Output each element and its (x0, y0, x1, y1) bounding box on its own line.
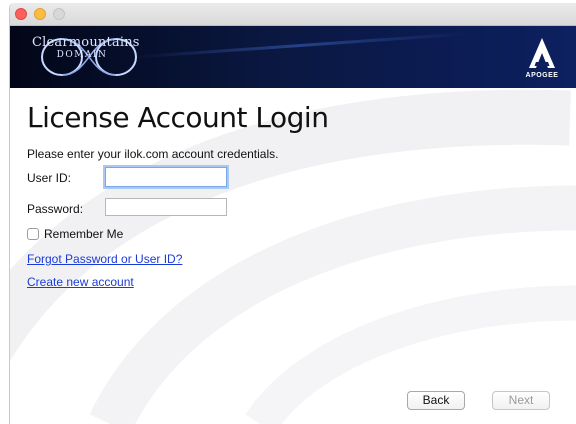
back-button[interactable]: Back (407, 391, 465, 410)
apogee-wordmark: APOGEE (525, 72, 559, 79)
left-logo-line1: Clearmountains (32, 35, 140, 50)
license-window: Clearmountains DOMAIN APOGEE License Acc… (9, 3, 576, 424)
create-account-link[interactable]: Create new account (27, 275, 134, 289)
minimize-window-button[interactable] (34, 8, 46, 20)
remember-me-checkbox[interactable] (27, 228, 39, 240)
brand-banner: Clearmountains DOMAIN APOGEE (10, 26, 576, 88)
user-id-label: User ID: (27, 171, 72, 185)
left-logo-line2: DOMAIN (56, 50, 108, 60)
apogee-logo-icon (529, 38, 555, 68)
password-input[interactable] (105, 198, 227, 216)
remember-me-row[interactable]: Remember Me (27, 227, 123, 241)
zoom-window-button[interactable] (53, 8, 65, 20)
banner-light-streak (130, 32, 470, 59)
instructions-text: Please enter your ilok.com account crede… (27, 147, 279, 161)
forgot-password-link[interactable]: Forgot Password or User ID? (27, 252, 182, 266)
page-title: License Account Login (27, 101, 329, 134)
remember-me-label: Remember Me (44, 227, 124, 241)
next-button[interactable]: Next (492, 391, 550, 410)
close-window-button[interactable] (15, 8, 27, 20)
left-logo-text: Clearmountains DOMAIN (32, 35, 140, 61)
title-bar (10, 3, 576, 26)
password-label: Password: (27, 202, 84, 216)
apogee-logo: APOGEE (519, 36, 565, 80)
user-id-input[interactable] (105, 167, 227, 187)
